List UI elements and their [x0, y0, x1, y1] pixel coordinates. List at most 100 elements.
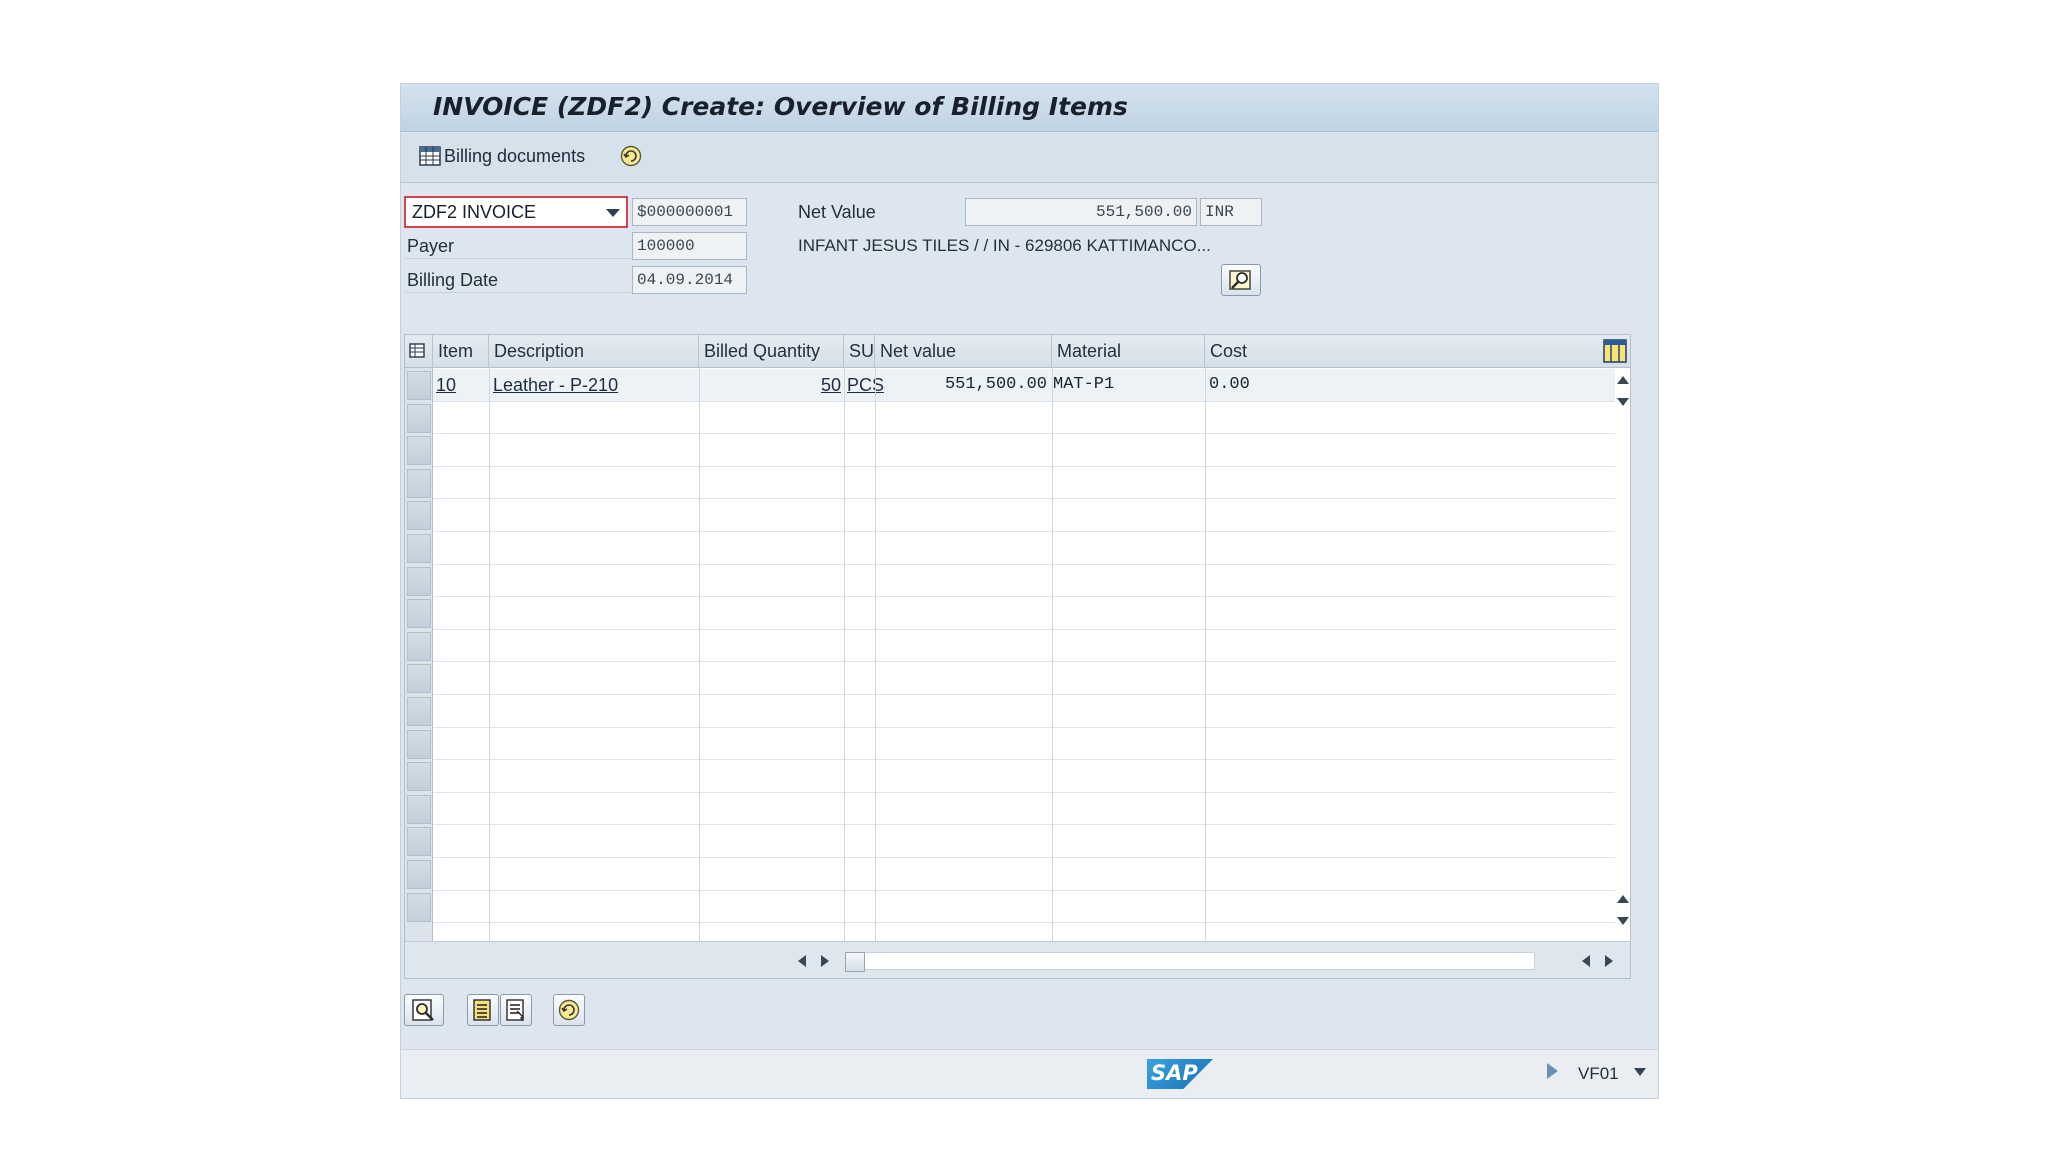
scroll-page-up-icon[interactable]: [1617, 895, 1629, 903]
payer-label: Payer: [407, 236, 455, 256]
magnifier-document-icon: [412, 999, 434, 1021]
refresh-icon: [558, 999, 580, 1021]
row-divider: [433, 694, 1615, 695]
billing-date-label: Billing Date: [407, 270, 499, 290]
chevron-down-icon[interactable]: [1634, 1068, 1646, 1076]
deselect-all-icon: [506, 999, 525, 1022]
row-divider: [433, 400, 1615, 402]
price-update-button[interactable]: [553, 994, 585, 1026]
row-selector[interactable]: [407, 371, 431, 400]
row-divider: [433, 726, 1615, 728]
row-selector[interactable]: [407, 599, 431, 629]
column-chooser-button[interactable]: [1603, 339, 1627, 363]
row-selector[interactable]: [407, 794, 431, 824]
billing-type-value: ZDF2 INVOICE: [412, 202, 537, 222]
sap-window: INVOICE (ZDF2) Create: Overview of Billi…: [400, 83, 1659, 1099]
cell-description[interactable]: Leather - P-210: [493, 370, 618, 400]
billing-date-label-underline: [405, 292, 631, 293]
row-divider: [433, 759, 1615, 761]
document-number-field[interactable]: $000000001: [632, 198, 747, 226]
scroll-up-icon[interactable]: [1617, 376, 1629, 384]
net-value-label: Net Value: [798, 202, 876, 222]
row-divider: [433, 628, 1615, 630]
payer-label-underline: [405, 258, 631, 259]
billing-type-select[interactable]: ZDF2 INVOICE: [404, 196, 628, 228]
scroll-far-right-icon[interactable]: [1605, 955, 1613, 967]
sap-logo: SAP: [1147, 1059, 1213, 1089]
billing-documents-label: Billing documents: [444, 145, 586, 166]
row-selector[interactable]: [407, 892, 431, 922]
refresh-button[interactable]: [620, 145, 642, 167]
billing-header: ZDF2 INVOICE $000000001 Net Value 551,50…: [401, 184, 1658, 334]
item-details-button[interactable]: [404, 994, 444, 1026]
vertical-scrollbar[interactable]: [1615, 368, 1630, 941]
billing-documents-button[interactable]: Billing documents: [419, 145, 585, 167]
row-selector[interactable]: [407, 664, 431, 694]
sap-logo-text: SAP: [1151, 1061, 1198, 1085]
select-all-icon: [473, 999, 491, 1021]
scroll-far-left-icon[interactable]: [1582, 955, 1590, 967]
cell-billed-quantity[interactable]: 50: [699, 370, 841, 400]
table-settings-button[interactable]: [405, 335, 433, 368]
billing-documents-icon: [419, 146, 441, 166]
row-selector[interactable]: [407, 436, 431, 466]
currency-field[interactable]: INR: [1200, 198, 1262, 226]
status-bar: SAP VF01: [401, 1049, 1658, 1098]
row-selector[interactable]: [407, 534, 431, 563]
payer-field[interactable]: 100000: [632, 232, 747, 260]
play-icon[interactable]: [1547, 1063, 1558, 1079]
column-divider: [699, 368, 700, 941]
title-bar: INVOICE (ZDF2) Create: Overview of Billi…: [401, 84, 1658, 132]
column-chooser-icon: [1603, 339, 1627, 363]
column-divider: [844, 368, 845, 941]
application-toolbar: Billing documents: [401, 133, 1658, 183]
row-selector[interactable]: [407, 468, 431, 498]
row-divider: [433, 498, 1615, 500]
horizontal-scroll-track[interactable]: [845, 952, 1535, 970]
column-header-su[interactable]: SU: [844, 335, 875, 368]
chevron-down-icon: [606, 209, 620, 217]
billing-items-table: Item Description Billed Quantity SU Net …: [404, 334, 1631, 979]
row-selector[interactable]: [407, 501, 431, 531]
row-selector[interactable]: [407, 566, 431, 596]
table-header: Item Description Billed Quantity SU Net …: [405, 335, 1630, 368]
column-header-billed-quantity[interactable]: Billed Quantity: [699, 335, 844, 368]
cell-item[interactable]: 10: [436, 370, 456, 400]
row-selector[interactable]: [407, 860, 431, 889]
row-selector[interactable]: [407, 403, 431, 433]
deselect-all-button[interactable]: [500, 994, 532, 1026]
table-settings-icon: [409, 343, 425, 358]
row-selector[interactable]: [407, 631, 431, 661]
row-divider: [433, 661, 1615, 663]
cell-material[interactable]: MAT-P1: [1053, 370, 1114, 400]
scroll-page-down-icon[interactable]: [1617, 917, 1629, 925]
transaction-code[interactable]: VF01: [1578, 1064, 1619, 1084]
row-selector[interactable]: [407, 697, 431, 726]
row-divider: [433, 824, 1615, 826]
row-selector[interactable]: [407, 827, 431, 857]
column-header-cost[interactable]: Cost: [1205, 335, 1615, 368]
horizontal-scroll-thumb[interactable]: [845, 952, 865, 972]
column-divider: [1052, 368, 1053, 941]
select-all-button[interactable]: [467, 994, 499, 1026]
net-value-field[interactable]: 551,500.00: [965, 198, 1197, 226]
row-selector[interactable]: [407, 729, 431, 759]
page-title: INVOICE (ZDF2) Create: Overview of Billi…: [433, 92, 1128, 121]
scroll-right-icon[interactable]: [821, 955, 829, 967]
billing-date-field[interactable]: 04.09.2014: [632, 266, 747, 294]
bottom-toolbar: [401, 984, 1658, 1034]
row-divider: [433, 433, 1615, 435]
scroll-down-icon[interactable]: [1617, 398, 1629, 406]
scroll-left-icon[interactable]: [798, 955, 806, 967]
column-header-material[interactable]: Material: [1052, 335, 1205, 368]
column-header-description[interactable]: Description: [489, 335, 699, 368]
column-divider: [875, 368, 876, 941]
refresh-icon: [620, 145, 642, 167]
column-header-item[interactable]: Item: [433, 335, 489, 368]
cell-cost[interactable]: 0.00: [1209, 370, 1250, 400]
payer-name: INFANT JESUS TILES / / IN - 629806 KATTI…: [798, 236, 1211, 255]
column-header-net-value[interactable]: Net value: [875, 335, 1052, 368]
row-selector[interactable]: [407, 762, 431, 792]
display-partner-button[interactable]: [1221, 264, 1261, 296]
cell-net-value[interactable]: 551,500.00: [875, 370, 1047, 400]
